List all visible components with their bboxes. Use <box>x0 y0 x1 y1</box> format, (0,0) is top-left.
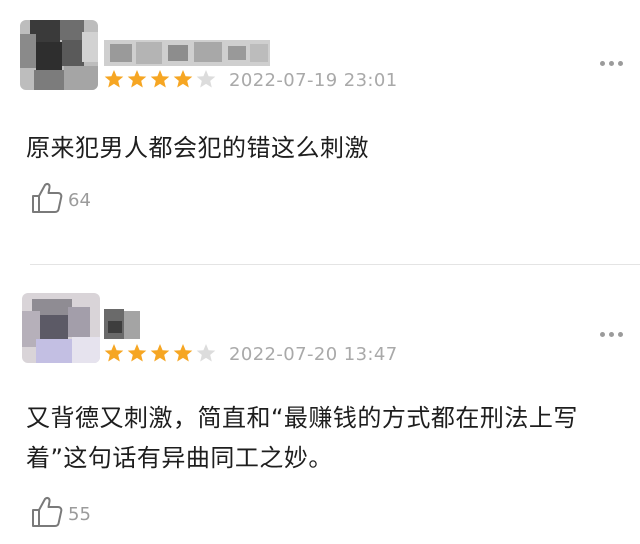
like-button[interactable]: 55 <box>30 495 91 528</box>
timestamp: 2022-07-19 23:01 <box>229 70 398 91</box>
comment-text: 原来犯男人都会犯的错这么刺激 <box>26 134 369 162</box>
comment-item: 2022-07-20 13:47 又背德又刺激，简直和“最赚钱的方式都在刑法上写… <box>0 265 640 544</box>
comment-item: 2022-07-19 23:01 原来犯男人都会犯的错这么刺激 64 <box>0 0 640 265</box>
star-filled-icon <box>150 344 170 362</box>
like-button[interactable]: 64 <box>30 181 91 214</box>
like-count: 64 <box>68 190 91 211</box>
star-empty-icon <box>196 70 216 88</box>
rating-stars <box>104 343 216 367</box>
avatar[interactable] <box>20 20 98 90</box>
username[interactable] <box>104 307 140 341</box>
more-dots-icon[interactable] <box>600 332 623 337</box>
rating-stars <box>104 69 216 93</box>
star-filled-icon <box>173 344 193 362</box>
thumbs-up-icon <box>32 496 63 527</box>
star-filled-icon <box>127 70 147 88</box>
star-filled-icon <box>104 70 124 88</box>
star-filled-icon <box>173 70 193 88</box>
more-dots-icon[interactable] <box>600 61 623 66</box>
comment-text: 又背德又刺激，简直和“最赚钱的方式都在刑法上写着”这句话有异曲同工之妙。 <box>26 404 578 472</box>
star-filled-icon <box>104 344 124 362</box>
star-filled-icon <box>150 70 170 88</box>
like-count: 55 <box>68 504 91 525</box>
avatar[interactable] <box>22 293 100 363</box>
thumbs-up-icon <box>32 182 63 213</box>
star-empty-icon <box>196 344 216 362</box>
timestamp: 2022-07-20 13:47 <box>229 344 398 365</box>
username[interactable] <box>104 36 270 68</box>
star-filled-icon <box>127 344 147 362</box>
